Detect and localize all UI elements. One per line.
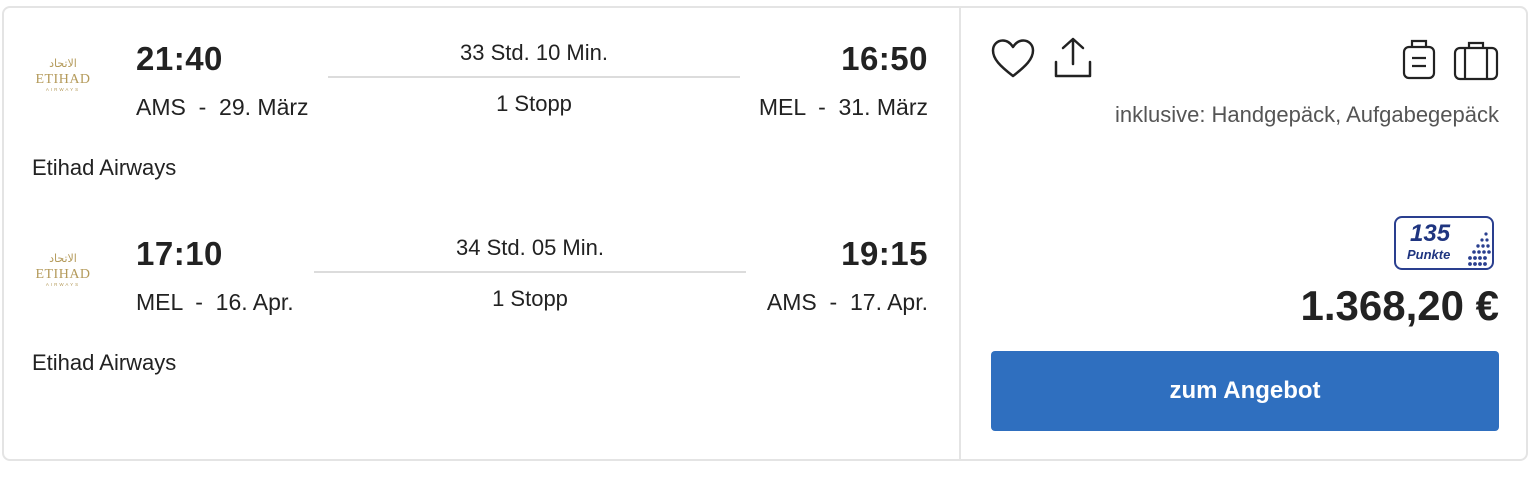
- departure-time: 17:10: [136, 235, 223, 272]
- total-price: 1.368,20 €: [1300, 282, 1499, 329]
- arrival-time: 19:15: [841, 235, 928, 272]
- flight-duration: 34 Std. 05 Min.: [456, 235, 604, 260]
- route-line: [314, 271, 746, 273]
- heart-icon[interactable]: [990, 38, 1036, 80]
- points-value: 135: [1410, 220, 1451, 247]
- card-divider: [959, 8, 961, 461]
- svg-text:الاتحاد: الاتحاد: [49, 252, 77, 265]
- share-icon[interactable]: [1053, 36, 1093, 80]
- baggage-included-text: inklusive: Handgepäck, Aufgabegepäck: [1114, 102, 1499, 127]
- airline-name: Etihad Airways: [32, 350, 177, 375]
- svg-text:AIRWAYS: AIRWAYS: [46, 282, 80, 287]
- outbound-leg: الاتحاد ETIHAD AIRWAYS 21:40 AMS - 29. M…: [0, 0, 959, 190]
- svg-text:الاتحاد: الاتحاد: [49, 57, 77, 70]
- departure-time: 21:40: [136, 40, 223, 77]
- airline-name: Etihad Airways: [32, 155, 177, 180]
- svg-text:ETIHAD: ETIHAD: [35, 267, 90, 282]
- arrival-airport-date: AMS - 17. Apr.: [766, 289, 928, 315]
- return-leg: الاتحاد ETIHAD AIRWAYS 17:10 MEL - 16. A…: [0, 195, 959, 385]
- flight-duration: 33 Std. 10 Min.: [460, 40, 608, 65]
- hand-luggage-icon: [1402, 39, 1436, 80]
- points-badge: 135 Punkte: [1394, 216, 1494, 270]
- departure-airport-date: AMS - 29. März: [136, 94, 309, 120]
- dots-pattern-icon: [1468, 232, 1491, 266]
- stops-count: 1 Stopp: [492, 286, 568, 311]
- points-label: Punkte: [1407, 247, 1451, 262]
- route-line: [328, 76, 740, 78]
- etihad-logo: الاتحاد ETIHAD AIRWAYS: [35, 57, 90, 92]
- arrival-time: 16:50: [841, 40, 928, 77]
- arrival-airport-date: MEL - 31. März: [758, 94, 928, 120]
- svg-text:ETIHAD: ETIHAD: [35, 72, 90, 87]
- stops-count: 1 Stopp: [496, 91, 572, 116]
- suitcase-icon: [1453, 41, 1499, 81]
- svg-text:AIRWAYS: AIRWAYS: [46, 87, 80, 92]
- departure-airport-date: MEL - 16. Apr.: [136, 289, 294, 315]
- to-offer-button[interactable]: zum Angebot: [991, 351, 1499, 431]
- etihad-logo: الاتحاد ETIHAD AIRWAYS: [35, 252, 90, 287]
